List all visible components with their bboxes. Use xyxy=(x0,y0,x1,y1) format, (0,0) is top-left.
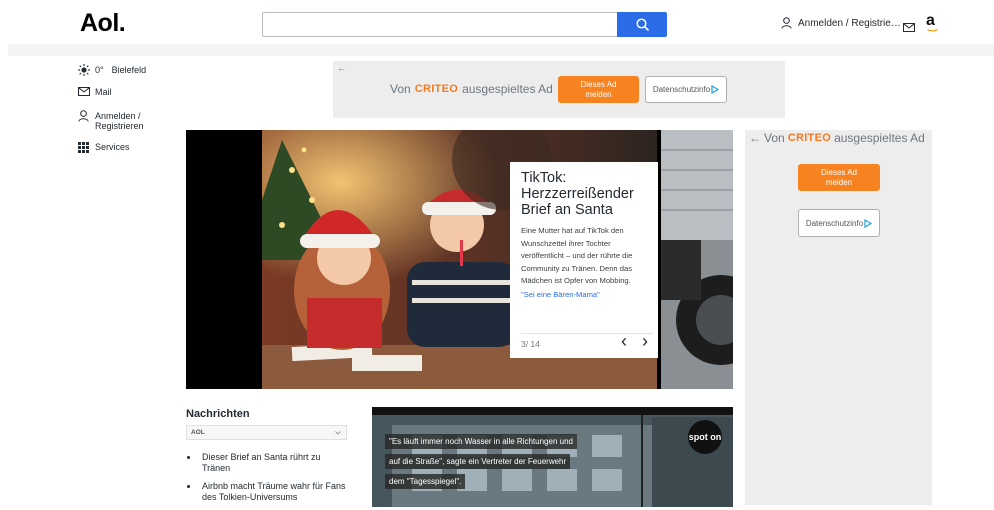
signin-label: Anmelden / Registrie… xyxy=(798,17,901,29)
video-player[interactable]: "Es läuft immer noch Wasser in alle Rich… xyxy=(372,407,733,507)
news-source-select[interactable]: AOL xyxy=(186,425,347,440)
spoton-logo: spot on xyxy=(688,431,722,442)
ad-attribution: Von CRITEO ausgespieltes Ad xyxy=(390,82,553,96)
nav-item-services[interactable]: Services xyxy=(78,142,130,155)
amazon-smile-icon xyxy=(927,29,938,32)
slide-title[interactable]: TikTok: Herzzerreißender Brief an Santa xyxy=(521,170,647,218)
aol-logo[interactable]: Aol. xyxy=(80,9,126,38)
caption-line: dem "Tagesspiegel". xyxy=(385,474,466,489)
header-divider-band xyxy=(8,44,994,56)
news-source-value: AOL xyxy=(191,429,205,436)
mail-icon xyxy=(903,23,915,32)
prev-slide-button[interactable]: ‹ xyxy=(621,332,627,350)
news-item[interactable]: Dieser Brief an Santa rührt zu Tränen xyxy=(186,452,346,474)
criteo-logo: CRITEO xyxy=(787,132,832,144)
side-ad: ← Von CRITEO ausgespieltes Ad Dieses Ad … xyxy=(745,130,932,505)
spoton-badge: spot on xyxy=(688,420,722,454)
news-section-title: Nachrichten xyxy=(186,408,250,420)
user-icon xyxy=(78,110,90,124)
header: Aol. Anmelden / Registrie… a xyxy=(0,0,994,44)
nav-item-services-label: Services xyxy=(95,142,130,152)
adchoices-icon xyxy=(711,85,720,94)
sun-icon xyxy=(78,64,90,78)
nav-item-signin-label: Anmelden / Registrieren xyxy=(95,111,144,131)
caption-line: auf die Straße", sagte ein Vertreter der… xyxy=(385,454,571,469)
next-slide-preview[interactable] xyxy=(661,130,733,389)
ad-back-arrow-icon[interactable]: ← xyxy=(337,63,346,73)
news-item[interactable]: Airbnb macht Träume wahr für Fans des To… xyxy=(186,481,346,503)
next-slide-button[interactable]: › xyxy=(642,332,648,350)
side-ad-suffix: ausgespieltes Ad xyxy=(834,131,925,145)
side-ad-back-arrow-icon[interactable]: ← xyxy=(749,131,761,145)
search-icon xyxy=(635,18,649,31)
card-divider xyxy=(521,333,653,334)
grid-icon xyxy=(78,142,90,155)
mail-icon xyxy=(78,87,90,98)
chevron-right-icon: › xyxy=(642,331,648,351)
amazon-button[interactable]: a xyxy=(926,12,940,34)
news-list: Dieser Brief an Santa rührt zu Tränen Ai… xyxy=(186,452,346,510)
criteo-logo: CRITEO xyxy=(414,83,459,95)
nav-item-signin[interactable]: Anmelden / Registrieren xyxy=(78,110,155,131)
report-ad-button[interactable]: Dieses Ad melden xyxy=(558,76,639,103)
chevron-left-icon: ‹ xyxy=(621,331,627,351)
video-caption: "Es läuft immer noch Wasser in alle Rich… xyxy=(385,431,577,491)
weather-city: Bielefeld xyxy=(111,65,147,75)
side-report-ad-button[interactable]: Dieses Ad melden xyxy=(798,164,880,191)
slide-caption-card: TikTok: Herzzerreißender Brief an Santa … xyxy=(510,162,658,358)
signin-link[interactable]: Anmelden / Registrie… xyxy=(781,17,901,29)
search-button[interactable] xyxy=(617,12,667,37)
ad-suffix: ausgespieltes Ad xyxy=(462,82,553,96)
search-input[interactable] xyxy=(262,12,618,37)
slide-link[interactable]: "Sei eine Bären-Mama" xyxy=(521,290,647,299)
mail-button[interactable] xyxy=(903,19,915,37)
slide-description: Eine Mutter hat auf TikTok den Wunschzet… xyxy=(521,226,633,285)
privacy-info-button[interactable]: Datenschutzinfo xyxy=(645,76,727,103)
ad-prefix: Von xyxy=(390,82,411,96)
adchoices-icon xyxy=(864,218,873,228)
caption-line: "Es läuft immer noch Wasser in alle Rich… xyxy=(385,434,577,449)
user-icon xyxy=(781,17,792,29)
side-ad-attribution: ← Von CRITEO ausgespieltes Ad xyxy=(749,131,925,145)
weather-temp: 0° xyxy=(95,65,104,75)
slide-counter: 3/ 14 xyxy=(521,339,540,349)
amazon-icon: a xyxy=(926,12,935,29)
side-privacy-info-label: Datenschutzinfo xyxy=(805,218,864,228)
nav-item-mail-label: Mail xyxy=(95,87,112,97)
side-privacy-info-button[interactable]: Datenschutzinfo xyxy=(798,209,880,237)
weather-widget[interactable]: 0° Bielefeld xyxy=(78,64,146,78)
top-ad-banner: ← Von CRITEO ausgespieltes Ad Dieses Ad … xyxy=(333,61,785,118)
privacy-info-label: Datenschutzinfo xyxy=(652,85,711,94)
side-ad-prefix: Von xyxy=(764,131,785,145)
chevron-down-icon xyxy=(335,431,341,435)
nav-item-mail[interactable]: Mail xyxy=(78,87,112,98)
